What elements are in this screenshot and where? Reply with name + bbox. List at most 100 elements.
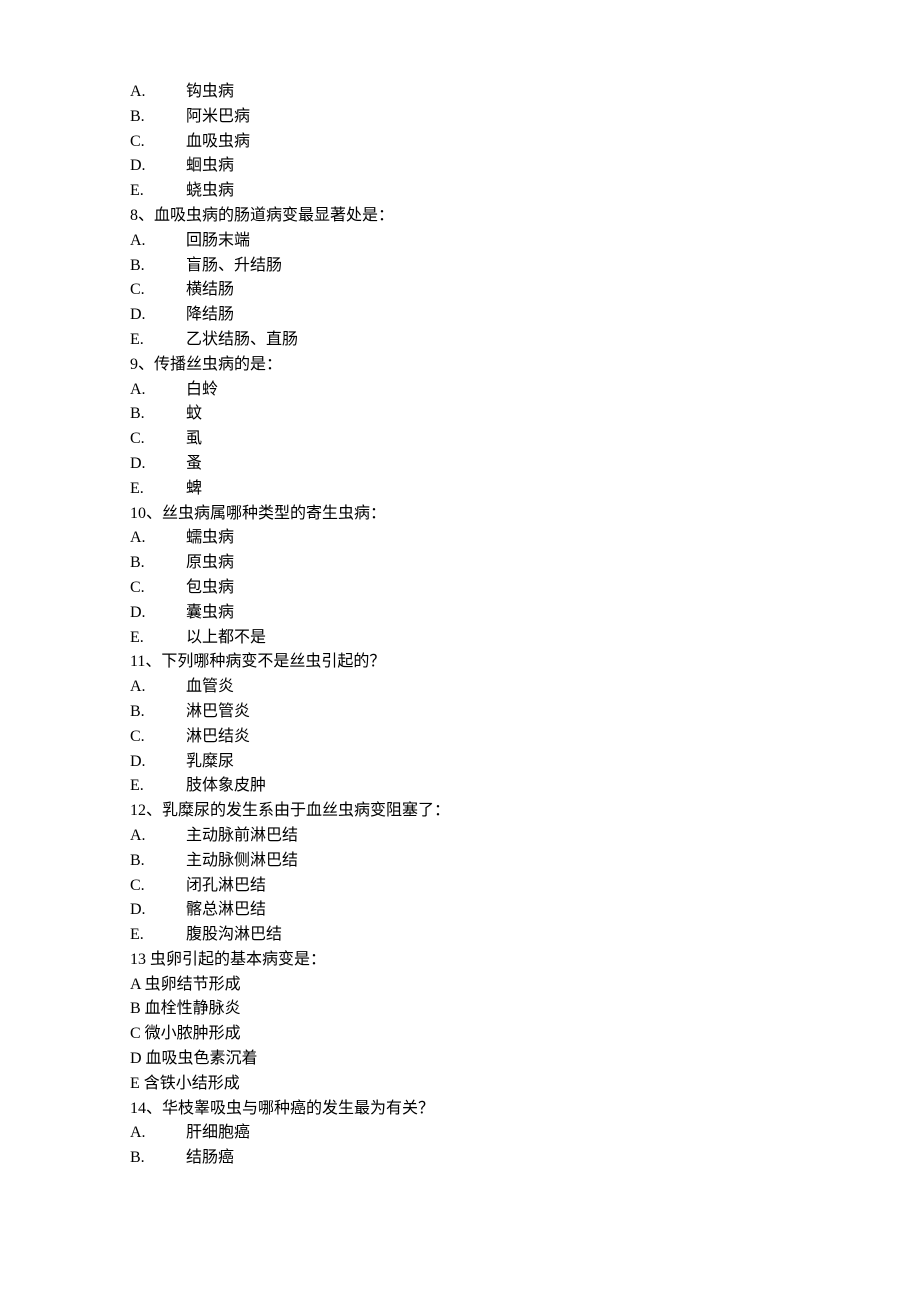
- option-letter: D.: [130, 601, 158, 626]
- answer-option: E 含铁小结形成: [130, 1072, 790, 1097]
- option-text: 虱: [186, 427, 790, 452]
- option-letter: A.: [130, 1121, 158, 1146]
- option-letter: C.: [130, 576, 158, 601]
- option-text: 白蛉: [186, 378, 790, 403]
- option-text: 盲肠、升结肠: [186, 254, 790, 279]
- option-spacer: [158, 849, 186, 874]
- option-spacer: [158, 229, 186, 254]
- option-spacer: [158, 254, 186, 279]
- option-text: 肢体象皮肿: [186, 774, 790, 799]
- option-letter: E.: [130, 923, 158, 948]
- option-text: 横结肠: [186, 278, 790, 303]
- option-letter: C.: [130, 130, 158, 155]
- option-text: 主动脉前淋巴结: [186, 824, 790, 849]
- option-text: 蚊: [186, 402, 790, 427]
- option-letter: D.: [130, 303, 158, 328]
- answer-option: D 血吸虫色素沉着: [130, 1047, 790, 1072]
- answer-option: A.蠕虫病: [130, 526, 790, 551]
- answer-option: C.闭孔淋巴结: [130, 874, 790, 899]
- option-letter: B.: [130, 700, 158, 725]
- option-text: 淋巴结炎: [186, 725, 790, 750]
- option-spacer: [158, 626, 186, 651]
- answer-option: D. 乳糜尿: [130, 750, 790, 775]
- option-text: 蛲虫病: [186, 179, 790, 204]
- answer-option: C.包虫病: [130, 576, 790, 601]
- option-spacer: [158, 130, 186, 155]
- answer-option: E. 蜱: [130, 477, 790, 502]
- answer-option: B. 原虫病: [130, 551, 790, 576]
- answer-option: D.降结肠: [130, 303, 790, 328]
- option-letter: C.: [130, 278, 158, 303]
- answer-option: D. 髂总淋巴结: [130, 898, 790, 923]
- option-spacer: [158, 824, 186, 849]
- option-text: 乳糜尿: [186, 750, 790, 775]
- answer-option: B 血栓性静脉炎: [130, 997, 790, 1022]
- answer-option: B.主动脉侧淋巴结: [130, 849, 790, 874]
- option-letter: C.: [130, 427, 158, 452]
- answer-option: B.结肠癌: [130, 1146, 790, 1171]
- option-letter: A.: [130, 526, 158, 551]
- option-spacer: [158, 179, 186, 204]
- question-text: 13 虫卵引起的基本病变是：: [130, 948, 790, 973]
- answer-option: C. 虱: [130, 427, 790, 452]
- option-letter: E.: [130, 477, 158, 502]
- option-spacer: [158, 898, 186, 923]
- option-letter: D.: [130, 898, 158, 923]
- option-letter: A.: [130, 378, 158, 403]
- option-letter: D.: [130, 750, 158, 775]
- option-spacer: [158, 154, 186, 179]
- answer-option: B.蚊: [130, 402, 790, 427]
- question-text: 14、华枝睾吸虫与哪种癌的发生最为有关？: [130, 1097, 790, 1122]
- answer-option: E.肢体象皮肿: [130, 774, 790, 799]
- question-text: 8、血吸虫病的肠道病变最显著处是：: [130, 204, 790, 229]
- option-text: 肝细胞癌: [186, 1121, 790, 1146]
- option-text: 阿米巴病: [186, 105, 790, 130]
- option-spacer: [158, 378, 186, 403]
- option-spacer: [158, 700, 186, 725]
- option-spacer: [158, 750, 186, 775]
- option-spacer: [158, 402, 186, 427]
- option-text: 血管炎: [186, 675, 790, 700]
- option-text: 髂总淋巴结: [186, 898, 790, 923]
- option-letter: A.: [130, 229, 158, 254]
- answer-option: B. 淋巴管炎: [130, 700, 790, 725]
- question-text: 10、丝虫病属哪种类型的寄生虫病：: [130, 502, 790, 527]
- option-spacer: [158, 601, 186, 626]
- answer-option: A. 血管炎: [130, 675, 790, 700]
- option-spacer: [158, 1121, 186, 1146]
- answer-option: A.主动脉前淋巴结: [130, 824, 790, 849]
- option-text: 主动脉侧淋巴结: [186, 849, 790, 874]
- option-letter: E.: [130, 626, 158, 651]
- option-spacer: [158, 551, 186, 576]
- document-page: A.钩虫病B.阿米巴病C.血吸虫病D.蛔虫病E.蛲虫病8、血吸虫病的肠道病变最显…: [0, 0, 920, 1302]
- option-letter: D.: [130, 154, 158, 179]
- option-text: 原虫病: [186, 551, 790, 576]
- option-spacer: [158, 874, 186, 899]
- option-letter: B.: [130, 1146, 158, 1171]
- option-letter: E.: [130, 328, 158, 353]
- answer-option: D. 蛔虫病: [130, 154, 790, 179]
- option-spacer: [158, 774, 186, 799]
- option-letter: B.: [130, 551, 158, 576]
- option-spacer: [158, 675, 186, 700]
- option-letter: A.: [130, 675, 158, 700]
- answer-option: C.淋巴结炎: [130, 725, 790, 750]
- answer-option: A 虫卵结节形成: [130, 973, 790, 998]
- question-text: 9、传播丝虫病的是：: [130, 353, 790, 378]
- option-spacer: [158, 328, 186, 353]
- option-spacer: [158, 427, 186, 452]
- option-spacer: [158, 1146, 186, 1171]
- answer-option: E.腹股沟淋巴结: [130, 923, 790, 948]
- option-text: 淋巴管炎: [186, 700, 790, 725]
- answer-option: A. 回肠末端: [130, 229, 790, 254]
- answer-option: E.以上都不是: [130, 626, 790, 651]
- answer-option: E.蛲虫病: [130, 179, 790, 204]
- option-text: 蛔虫病: [186, 154, 790, 179]
- answer-option: A. 肝细胞癌: [130, 1121, 790, 1146]
- option-text: 回肠末端: [186, 229, 790, 254]
- answer-option: A. 白蛉: [130, 378, 790, 403]
- option-text: 蜱: [186, 477, 790, 502]
- option-letter: B.: [130, 105, 158, 130]
- option-spacer: [158, 576, 186, 601]
- answer-option: D.囊虫病: [130, 601, 790, 626]
